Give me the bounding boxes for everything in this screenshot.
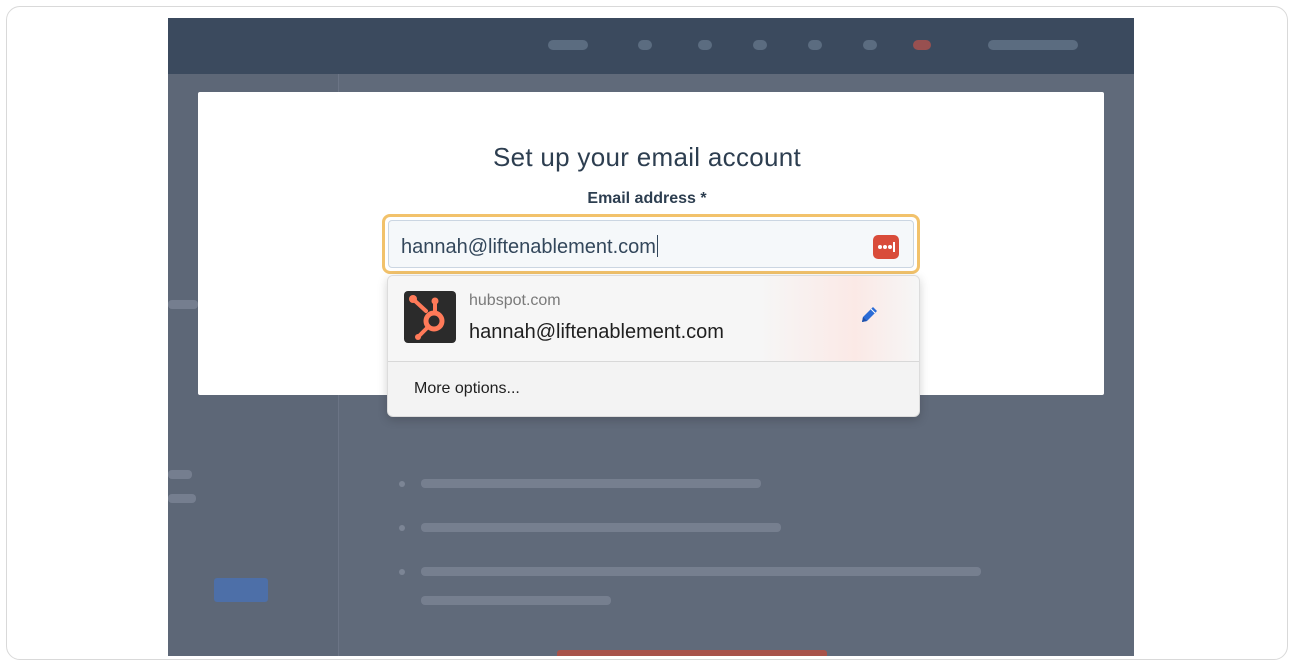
autofill-suggestion[interactable]: hubspot.com hannah@liftenablement.com (388, 276, 919, 362)
more-options-item[interactable]: More options... (414, 380, 520, 398)
password-manager-icon[interactable] (873, 235, 899, 259)
email-address-input[interactable]: hannah@liftenablement.com (388, 220, 914, 268)
modal-title: Set up your email account (492, 142, 802, 172)
hubspot-logo-icon (404, 291, 456, 343)
background-top-nav (168, 18, 1134, 74)
email-input-focus-ring: hannah@liftenablement.com (382, 214, 920, 274)
pencil-icon[interactable] (858, 304, 880, 326)
email-input-value: hannah@liftenablement.com (401, 235, 658, 258)
autofill-dropdown: hubspot.com hannah@liftenablement.com Mo… (387, 275, 920, 417)
text-caret (656, 235, 658, 257)
suggestion-account: hannah@liftenablement.com (469, 321, 724, 343)
email-address-label: Email address * (587, 190, 707, 207)
suggestion-domain: hubspot.com (469, 292, 561, 309)
